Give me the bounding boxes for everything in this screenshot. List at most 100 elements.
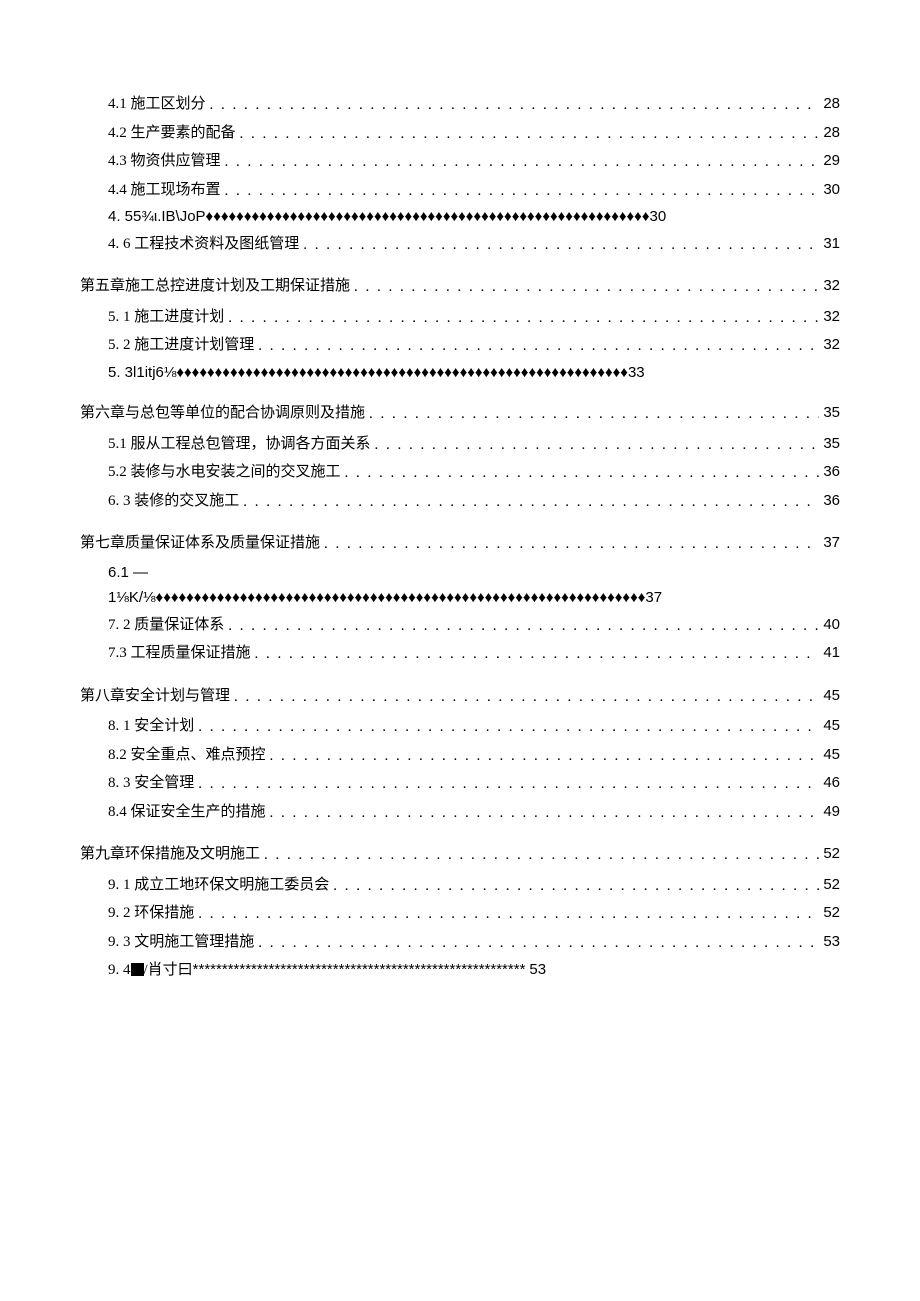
toc-sub-row: 4.1 施工区划分 28 — [80, 90, 840, 119]
toc-sub-row: 4. 6 工程技术资料及图纸管理 31 — [80, 230, 840, 259]
toc-page-number: 36 — [819, 458, 840, 487]
toc-page-number: 46 — [819, 769, 840, 798]
toc-label: 第九章环保措施及文明施工 — [80, 840, 264, 869]
toc-leader — [198, 713, 819, 741]
toc-page-number: 45 — [819, 712, 840, 741]
toc-label: 8. 3 安全管理 — [108, 769, 198, 798]
toc-leader — [225, 177, 820, 205]
toc-leader — [225, 148, 820, 176]
toc-page-number: 41 — [819, 639, 840, 668]
toc-label: 7. 2 质量保证体系 — [108, 611, 228, 640]
toc-sub-row: 9. 1 成立工地环保文明施工委员会 52 — [80, 871, 840, 900]
toc-sub-row: 6. 3 装修的交叉施工 36 — [80, 487, 840, 516]
toc-label: 5. 1 施工进度计划 — [108, 303, 228, 332]
toc-leader — [198, 770, 819, 798]
toc-label: 4.2 生产要素的配备 — [108, 119, 240, 148]
toc-sub-row: 8.4 保证安全生产的措施 49 — [80, 798, 840, 827]
toc-page-number: 32 — [819, 303, 840, 332]
toc-sub-row: 9. 3 文明施工管理措施53 — [80, 928, 840, 957]
toc-corrupt-row: 4. 55¾ι.IB\JoP♦♦♦♦♦♦♦♦♦♦♦♦♦♦♦♦♦♦♦♦♦♦♦♦♦♦… — [80, 204, 840, 230]
toc-page-number: 31 — [819, 230, 840, 259]
toc-label: 5.2 装修与水电安装之间的交叉施工 — [108, 458, 345, 487]
toc-chapter-row: 第七章质量保证体系及质量保证措施 37 — [80, 529, 840, 558]
black-square-icon — [131, 963, 144, 976]
toc-page-number: 32 — [819, 331, 840, 360]
toc-page-number: 36 — [819, 487, 840, 516]
toc-leader — [369, 400, 819, 428]
toc-leader — [270, 799, 820, 827]
toc-page-number: 45 — [819, 741, 840, 770]
toc-leader — [303, 231, 819, 259]
toc-label: 6. 3 装修的交叉施工 — [108, 487, 243, 516]
toc-label: 第六章与总包等单位的配合协调原则及措施 — [80, 399, 369, 428]
toc-leader — [264, 841, 819, 869]
toc-leader — [243, 488, 819, 516]
toc-leader — [345, 459, 820, 487]
toc-sub-row: 8. 1 安全计划 45 — [80, 712, 840, 741]
toc-sub-row: 5. 1 施工进度计划 32 — [80, 303, 840, 332]
toc-label: 8.4 保证安全生产的措施 — [108, 798, 270, 827]
toc-sub-row: 4.2 生产要素的配备 28 — [80, 119, 840, 148]
toc-leader — [324, 530, 819, 558]
toc-leader — [234, 683, 819, 711]
toc-corrupt-row: 5. 3l1itj6⅛♦♦♦♦♦♦♦♦♦♦♦♦♦♦♦♦♦♦♦♦♦♦♦♦♦♦♦♦♦… — [80, 360, 840, 386]
toc-sub-row: 7. 2 质量保证体系 40 — [80, 611, 840, 640]
toc-sub-row: 9. 2 环保措施 52 — [80, 899, 840, 928]
toc-label: 7.3 工程质量保证措施 — [108, 639, 255, 668]
toc-sub-row: 4.4 施工现场布置 30 — [80, 176, 840, 205]
page-container: 4.1 施工区划分284.2 生产要素的配备284.3 物资供应管理294.4 … — [0, 0, 920, 1301]
toc-page-number: 52 — [819, 871, 840, 900]
toc-label: 第七章质量保证体系及质量保证措施 — [80, 529, 324, 558]
toc-leader — [198, 900, 819, 928]
toc-page-number: 29 — [819, 147, 840, 176]
toc-label: 4.3 物资供应管理 — [108, 147, 225, 176]
toc-leader — [240, 120, 820, 148]
toc-label: 4.1 施工区划分 — [108, 90, 210, 119]
toc-page-number: 28 — [819, 90, 840, 119]
toc-leader — [255, 640, 820, 668]
toc-page-number: 32 — [819, 272, 840, 301]
toc-page-number: 53 — [525, 961, 546, 978]
toc-label: 5. 2 施工进度计划管理 — [108, 331, 258, 360]
toc-label: 第八章安全计划与管理 — [80, 682, 234, 711]
toc-sub-row: 5.2 装修与水电安装之间的交叉施工 36 — [80, 458, 840, 487]
toc-leader — [258, 929, 819, 957]
toc-page-number: 49 — [819, 798, 840, 827]
toc-sub-row: 5. 2 施工进度计划管理 32 — [80, 331, 840, 360]
toc-leader — [258, 332, 819, 360]
toc-sub-row: 8. 3 安全管理 46 — [80, 769, 840, 798]
toc-chapter-row: 第五章施工总控进度计划及工期保证措施 32 — [80, 272, 840, 301]
toc-label: 8. 1 安全计划 — [108, 712, 198, 741]
toc-sub-row: 4.3 物资供应管理 29 — [80, 147, 840, 176]
toc-chapter-row: 第八章安全计划与管理45 — [80, 682, 840, 711]
toc-sub-row: 7.3 工程质量保证措施 41 — [80, 639, 840, 668]
toc-page-number: 53 — [819, 928, 840, 957]
toc-chapter-row: 第九章环保措施及文明施工 52 — [80, 840, 840, 869]
toc-leader — [333, 872, 819, 900]
toc-label: 4.4 施工现场布置 — [108, 176, 225, 205]
toc-page-number: 37 — [819, 529, 840, 558]
toc-page-number: 40 — [819, 611, 840, 640]
toc-leader — [210, 91, 820, 119]
toc-label: 9. 4/肖寸曰********************************… — [108, 956, 546, 985]
toc-label: 5.1 服从工程总包管理，协调各方面关系 — [108, 430, 375, 459]
toc-sub-row: 8.2 安全重点、难点预控45 — [80, 741, 840, 770]
toc-page-number: 52 — [819, 840, 840, 869]
toc-page-number: 28 — [819, 119, 840, 148]
toc-corrupt-row: 6.1 —1⅛K/⅛♦♦♦♦♦♦♦♦♦♦♦♦♦♦♦♦♦♦♦♦♦♦♦♦♦♦♦♦♦♦… — [80, 560, 840, 611]
toc-leader — [270, 742, 820, 770]
toc-page-number: 35 — [819, 399, 840, 428]
toc-page-number: 35 — [819, 430, 840, 459]
toc-label: 4. 6 工程技术资料及图纸管理 — [108, 230, 303, 259]
toc-label: 9. 1 成立工地环保文明施工委员会 — [108, 871, 333, 900]
toc-label: 第五章施工总控进度计划及工期保证措施 — [80, 272, 354, 301]
toc-page-number: 30 — [819, 176, 840, 205]
toc-chapter-row: 第六章与总包等单位的配合协调原则及措施 35 — [80, 399, 840, 428]
toc-label: 9. 2 环保措施 — [108, 899, 198, 928]
toc-page-number: 52 — [819, 899, 840, 928]
toc-sub-row: 5.1 服从工程总包管理，协调各方面关系 35 — [80, 430, 840, 459]
toc-leader — [375, 431, 820, 459]
toc-leader — [228, 612, 819, 640]
toc-corrupt-row: 9. 4/肖寸曰********************************… — [80, 956, 840, 985]
toc-leader — [228, 304, 819, 332]
